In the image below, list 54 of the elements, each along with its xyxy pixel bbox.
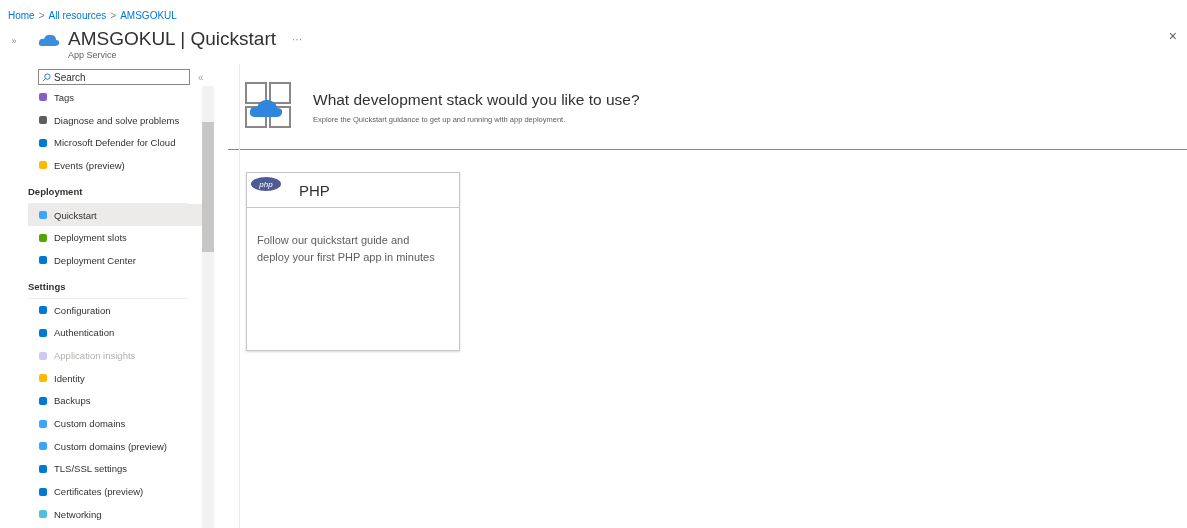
- menu-item-icon: [38, 92, 48, 103]
- menu-item[interactable]: Backups: [28, 389, 202, 413]
- menu-item-icon: [38, 441, 48, 452]
- scrollbar-thumb[interactable]: [202, 122, 214, 252]
- breadcrumb-link[interactable]: AMSGOKUL: [120, 9, 177, 21]
- card-description: Follow our quickstart guide and deploy your first PHP app in minutes: [256, 233, 436, 265]
- menu-item-icon: [38, 395, 48, 406]
- menu-item-icon: [38, 486, 48, 497]
- menu-item-icon: [38, 255, 48, 266]
- search-icon: [42, 72, 51, 82]
- menu-item[interactable]: Custom domains: [28, 412, 202, 435]
- php-logo: php: [251, 177, 281, 191]
- card-title: PHP: [299, 181, 330, 199]
- menu-item-icon: [38, 160, 48, 171]
- menu-item-icon: [38, 232, 48, 243]
- menu-section-heading: Settings: [28, 280, 66, 292]
- menu-item-icon: [38, 305, 48, 316]
- breadcrumb-separator: >: [38, 9, 45, 21]
- menu-item-icon: [38, 373, 48, 384]
- menu-item-icon: [38, 463, 48, 474]
- more-options-button[interactable]: ···: [292, 33, 302, 45]
- section-heading: What development stack would you like to use?: [313, 91, 640, 109]
- menu-item[interactable]: Identity: [28, 366, 202, 390]
- quickstart-grid-cloud-icon: [245, 82, 291, 128]
- menu-item[interactable]: Microsoft Defender for Cloud: [28, 131, 202, 155]
- menu-item[interactable]: Deployment slots: [28, 226, 202, 250]
- stack-card[interactable]: php PHP Follow our quickstart guide and deploy your first PHP app in minutes: [246, 172, 460, 351]
- expand-menu-button[interactable]: »: [0, 28, 28, 46]
- menu-item-icon: [38, 350, 48, 361]
- menu-item-icon: [38, 137, 48, 148]
- close-button[interactable]: ×: [1164, 28, 1181, 44]
- menu-item-icon: [38, 509, 48, 520]
- menu-item[interactable]: TLS/SSL settings: [28, 457, 202, 481]
- breadcrumb-link[interactable]: All resources: [48, 9, 107, 21]
- menu-item-icon: [38, 210, 48, 221]
- menu-item[interactable]: Certificates (preview): [28, 480, 202, 503]
- menu-item[interactable]: Quickstart: [28, 203, 202, 227]
- menu-item[interactable]: Deployment Center: [28, 249, 202, 272]
- menu-item[interactable]: Networking: [28, 503, 202, 526]
- menu-item[interactable]: Custom domains (preview): [28, 434, 202, 458]
- breadcrumb-separator: >: [110, 9, 117, 21]
- page-title: AMSGOKUL | Quickstart: [68, 28, 276, 50]
- menu-item-icon: [38, 115, 48, 126]
- menu-item[interactable]: Diagnose and solve problems: [28, 108, 202, 132]
- menu-section-heading: Deployment: [28, 185, 83, 197]
- breadcrumb-link[interactable]: Home: [8, 9, 35, 21]
- menu-item-icon: [38, 418, 48, 429]
- menu-item[interactable]: Configuration: [28, 298, 202, 322]
- search-field[interactable]: Search: [38, 69, 190, 85]
- menu-item[interactable]: Authentication: [28, 321, 202, 345]
- menu-item-icon: [38, 327, 48, 338]
- resource-type: App Service: [68, 50, 118, 60]
- menu-item[interactable]: Events (preview): [28, 154, 202, 177]
- menu-item[interactable]: Tags: [28, 86, 202, 109]
